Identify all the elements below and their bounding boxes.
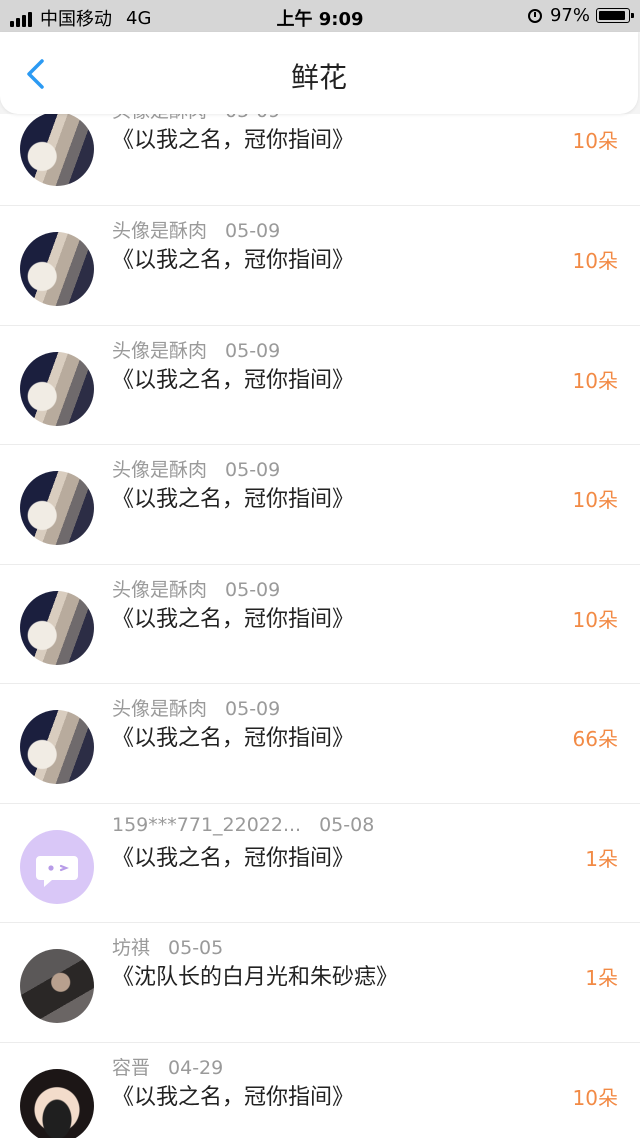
avatar[interactable] bbox=[20, 829, 94, 904]
username[interactable]: 头像是酥肉 bbox=[112, 459, 207, 481]
gift-date: 05-09 bbox=[225, 114, 280, 122]
chat-bubble-icon bbox=[36, 855, 78, 887]
book-title[interactable]: 《沈队长的白月光和朱砂痣》 bbox=[112, 959, 398, 991]
battery-icon bbox=[596, 8, 634, 23]
battery-percent: 97% bbox=[549, 5, 590, 26]
list-item[interactable]: 头像是酥肉 05-09《以我之名，冠你指间》 10朵 bbox=[0, 445, 640, 565]
username[interactable]: 容晋 bbox=[112, 1057, 150, 1079]
book-title[interactable]: 《以我之名，冠你指间》 bbox=[112, 481, 354, 513]
book-title[interactable]: 《以我之名，冠你指间》 bbox=[112, 1079, 354, 1111]
gift-date: 05-09 bbox=[225, 698, 281, 720]
username[interactable]: 头像是酥肉 bbox=[112, 220, 207, 242]
gift-date: 05-09 bbox=[225, 220, 281, 242]
username[interactable]: 159***771_22022... bbox=[112, 814, 301, 836]
gift-date: 05-08 bbox=[319, 813, 375, 836]
list-item[interactable]: 容晋 04-29 《以我之名，冠你指间》 10朵 bbox=[0, 1043, 640, 1138]
gift-date: 05-09 bbox=[225, 459, 281, 481]
username[interactable]: 头像是酥肉 bbox=[112, 698, 207, 720]
avatar[interactable] bbox=[20, 232, 94, 306]
gift-meta: 159***771_22022... 05-08 bbox=[112, 814, 374, 836]
gift-meta: 头像是酥肉 05-09 bbox=[112, 216, 280, 243]
book-title[interactable]: 《以我之名，冠你指间》 bbox=[112, 242, 354, 274]
status-right: 97% bbox=[527, 5, 634, 26]
avatar[interactable] bbox=[20, 351, 94, 426]
gift-date: 05-09 bbox=[225, 339, 281, 362]
avatar[interactable] bbox=[20, 471, 94, 545]
list-item[interactable]: 头像是酥肉 05-09《以我之名，冠你指间》 10朵 bbox=[0, 326, 640, 445]
navigation-bar: 鲜花 bbox=[0, 32, 638, 114]
gift-date: 04-29 bbox=[168, 1056, 224, 1079]
gift-meta: 容晋 04-29 bbox=[112, 1053, 223, 1080]
book-title[interactable]: 《以我之名，冠你指间》 bbox=[112, 601, 354, 633]
flower-count: 10朵 bbox=[572, 1085, 618, 1110]
flower-count: 1朵 bbox=[585, 846, 618, 871]
gift-meta: 头像是酥肉 05-09 bbox=[112, 455, 280, 482]
battery-cap bbox=[631, 13, 634, 18]
username[interactable]: 坊祺 bbox=[112, 937, 150, 959]
flower-count: 1朵 bbox=[585, 966, 618, 990]
list-item[interactable]: 头像是酥肉 05-09《以我之名，冠你指间》 10朵 bbox=[0, 206, 640, 326]
gift-meta: 头像是酥肉 05-09 bbox=[112, 336, 280, 363]
flower-count: 10朵 bbox=[572, 607, 618, 632]
book-title[interactable]: 《以我之名，冠你指间》 bbox=[112, 720, 354, 752]
gift-meta: 坊祺 05-05 bbox=[112, 933, 223, 960]
username[interactable]: 头像是酥肉 bbox=[112, 579, 207, 601]
list-item[interactable]: 头像是酥肉 05-09《以我之名，冠你指间》 10朵 bbox=[0, 114, 640, 206]
username[interactable]: 头像是酥肉 bbox=[112, 114, 207, 122]
gift-meta: 头像是酥肉 05-09 bbox=[112, 575, 280, 602]
flower-count: 10朵 bbox=[572, 368, 618, 393]
book-title[interactable]: 《以我之名，冠你指间》 bbox=[112, 362, 354, 394]
flower-count: 10朵 bbox=[572, 129, 618, 153]
book-title[interactable]: 《以我之名，冠你指间》 bbox=[112, 122, 354, 154]
avatar[interactable] bbox=[20, 590, 94, 665]
list-item[interactable]: 头像是酥肉 05-09 《以我之名，冠你指间》 66朵 bbox=[0, 684, 640, 804]
username[interactable]: 头像是酥肉 bbox=[112, 340, 207, 362]
page-title: 鲜花 bbox=[290, 61, 347, 94]
list-item[interactable]: 坊祺 05-05 《沈队长的白月光和朱砂痣》 1朵 bbox=[0, 923, 640, 1043]
alarm-icon bbox=[527, 8, 542, 23]
gift-date: 05-09 bbox=[225, 578, 281, 601]
gift-date: 05-05 bbox=[168, 937, 224, 959]
avatar[interactable] bbox=[20, 710, 94, 784]
list-item[interactable]: 159***771_22022... 05-08 《以我之名，冠你指间》 1朵 bbox=[0, 804, 640, 923]
flower-count: 66朵 bbox=[572, 727, 618, 751]
flower-count: 10朵 bbox=[572, 249, 618, 273]
gift-meta: 头像是酥肉 05-09 bbox=[112, 694, 280, 721]
list-item[interactable]: 头像是酥肉 05-09《以我之名，冠你指间》 10朵 bbox=[0, 565, 640, 684]
battery-level-fill bbox=[599, 11, 625, 20]
flower-count: 10朵 bbox=[572, 488, 618, 512]
flower-gift-list[interactable]: 头像是酥肉05-09《以我之名，冠你指间》10朵头像是酥肉05-09《以我之名，… bbox=[0, 114, 640, 1138]
avatar[interactable] bbox=[20, 1068, 94, 1138]
book-title[interactable]: 《以我之名，冠你指间》 bbox=[112, 840, 354, 872]
avatar[interactable] bbox=[20, 949, 94, 1023]
status-bar: 中国移动 4G 上午 9:09 97% bbox=[0, 0, 640, 32]
avatar[interactable] bbox=[20, 114, 94, 186]
